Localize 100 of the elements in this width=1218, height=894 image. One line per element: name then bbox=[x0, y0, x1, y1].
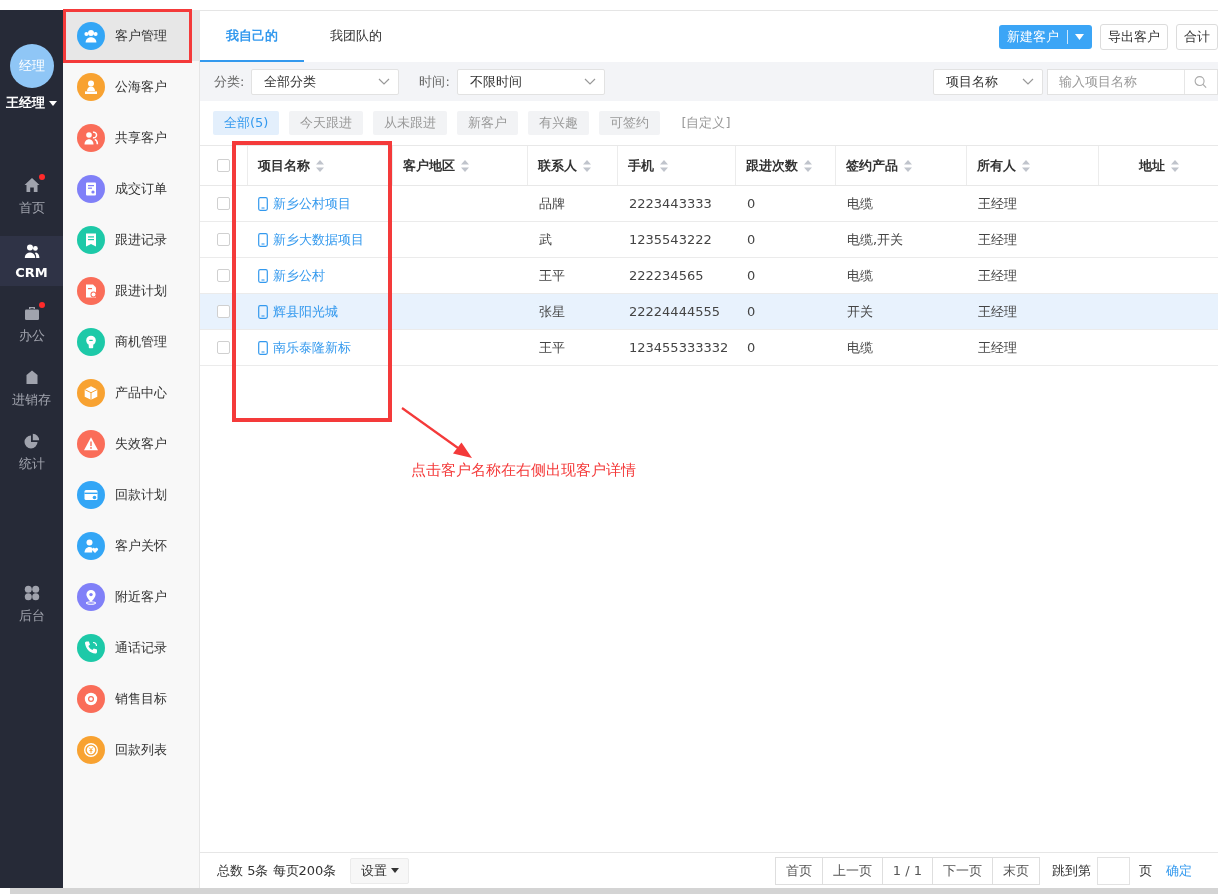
column-header[interactable]: 手机 bbox=[628, 156, 668, 175]
record-summary: 总数 5条 每页200条 bbox=[217, 861, 337, 880]
search-field-select[interactable]: 项目名称 bbox=[933, 68, 1043, 95]
side-menu-item[interactable]: 销售目标 bbox=[63, 673, 199, 724]
table-cell-text: 王平 bbox=[538, 266, 566, 285]
toolbar-button[interactable]: 合计 bbox=[1176, 23, 1218, 50]
table-cell-text: 0 bbox=[746, 303, 757, 321]
table-cell-text: 电缆 bbox=[846, 194, 874, 213]
column-header[interactable]: 联系人 bbox=[538, 156, 591, 175]
annotation-arrow bbox=[401, 407, 473, 459]
mobile-phone-icon bbox=[258, 232, 268, 247]
column-header[interactable]: 项目名称 bbox=[258, 156, 324, 175]
table-cell-text: 王平 bbox=[538, 338, 566, 357]
sort-icon[interactable] bbox=[660, 159, 668, 172]
page-button[interactable]: 上一页 bbox=[821, 856, 883, 885]
avatar: 经理 bbox=[9, 44, 54, 88]
table-cell-text: 0 bbox=[746, 339, 757, 357]
table-cell-text: 品牌 bbox=[538, 194, 566, 213]
checkbox[interactable] bbox=[217, 159, 230, 172]
checkbox[interactable] bbox=[217, 269, 230, 282]
filter-label: 分类: bbox=[214, 72, 245, 91]
table-cell-text: 0 bbox=[746, 267, 757, 285]
table-cell-text: 王经理 bbox=[977, 266, 1018, 285]
house-icon bbox=[23, 177, 40, 193]
table-cell-text: 1235543222 bbox=[628, 231, 713, 249]
filter-select[interactable]: 全部分类 bbox=[251, 68, 400, 95]
table-cell-text: 0 bbox=[746, 231, 757, 249]
checkbox[interactable] bbox=[217, 341, 230, 354]
pie-chart-icon bbox=[23, 433, 40, 449]
sort-icon[interactable] bbox=[1170, 159, 1179, 172]
caret-down-icon[interactable] bbox=[1075, 33, 1084, 40]
column-header[interactable]: 签约产品 bbox=[846, 156, 912, 175]
table-cell-text: 王经理 bbox=[977, 302, 1018, 321]
toolbar-button[interactable]: 导出客户 bbox=[1100, 23, 1168, 50]
mobile-phone-icon bbox=[258, 268, 268, 283]
table-cell-text: 电缆,开关 bbox=[846, 230, 905, 249]
page-unit-label: 页 bbox=[1139, 861, 1152, 880]
horizontal-scrollbar[interactable] bbox=[10, 888, 1218, 894]
chevron-down-icon bbox=[378, 78, 391, 85]
tab[interactable]: 我团队的 bbox=[304, 11, 408, 62]
column-header[interactable]: 地址 bbox=[1138, 156, 1179, 175]
page-button[interactable]: 末页 bbox=[992, 856, 1040, 885]
column-header[interactable]: 客户地区 bbox=[403, 156, 469, 175]
settings-button[interactable]: 设置 bbox=[350, 857, 410, 884]
rail-nav-item[interactable]: 首页 bbox=[0, 172, 63, 222]
checkbox[interactable] bbox=[217, 233, 230, 246]
sort-icon[interactable] bbox=[904, 159, 912, 172]
rail-nav-item[interactable]: CRM bbox=[0, 236, 63, 286]
side-menu-item[interactable]: 失效客户 bbox=[63, 418, 199, 469]
rail-nav-item[interactable]: 后台 bbox=[0, 580, 63, 630]
user-menu-button[interactable]: 王经理 bbox=[6, 94, 57, 112]
side-menu-item[interactable]: 回款计划 bbox=[63, 469, 199, 520]
briefcase-icon bbox=[23, 305, 40, 321]
chevron-down-icon bbox=[583, 78, 596, 85]
table-cell-text: 22224444555 bbox=[628, 303, 721, 321]
page-button[interactable]: 下一页 bbox=[932, 856, 993, 885]
table-cell-text: 0 bbox=[746, 195, 757, 213]
side-menu-item[interactable]: 跟进计划 bbox=[63, 265, 199, 316]
table-cell-text: 电缆 bbox=[846, 266, 874, 285]
side-menu-item[interactable]: 共享客户 bbox=[63, 112, 199, 163]
table-cell-text: 张星 bbox=[538, 302, 566, 321]
checkbox[interactable] bbox=[217, 305, 230, 318]
side-menu-item[interactable]: 客户关怀 bbox=[63, 520, 199, 571]
chevron-down-icon bbox=[1022, 78, 1034, 85]
sort-icon[interactable] bbox=[583, 159, 591, 172]
rail-nav-item[interactable]: 进销存 bbox=[0, 364, 63, 414]
sort-icon[interactable] bbox=[1022, 159, 1030, 172]
caret-down-icon bbox=[49, 100, 57, 106]
side-menu-item[interactable]: 成交订单 bbox=[63, 163, 199, 214]
table-cell-text: 武 bbox=[538, 230, 553, 249]
people-icon bbox=[23, 242, 40, 259]
table-cell-text: 2223443333 bbox=[628, 195, 713, 213]
side-menu-item[interactable]: 跟进记录 bbox=[63, 214, 199, 265]
sort-icon[interactable] bbox=[461, 159, 469, 172]
rail-nav-item[interactable]: 统计 bbox=[0, 428, 63, 478]
table-cell-text: 123455333332 bbox=[628, 339, 730, 357]
side-menu-item[interactable]: 通话记录 bbox=[63, 622, 199, 673]
side-menu-item[interactable]: 商机管理 bbox=[63, 316, 199, 367]
side-menu-item[interactable]: 产品中心 bbox=[63, 367, 199, 418]
table-row[interactable]: 辉县阳光城 张星 22224444555 0 开关 王经理 bbox=[200, 294, 1218, 330]
page-number-field[interactable] bbox=[1097, 856, 1130, 885]
column-header[interactable]: 跟进次数 bbox=[746, 156, 812, 175]
filter-select[interactable]: 不限时间 bbox=[456, 68, 605, 95]
mobile-phone-icon bbox=[258, 196, 268, 211]
checkbox[interactable] bbox=[217, 197, 230, 210]
mobile-phone-icon bbox=[258, 304, 268, 319]
table-cell-text: 电缆 bbox=[846, 338, 874, 357]
jump-label: 跳到第 bbox=[1052, 861, 1091, 880]
column-header[interactable]: 所有人 bbox=[977, 156, 1030, 175]
side-menu-item[interactable]: 回款列表 bbox=[63, 724, 199, 775]
table-cell-text: 222234565 bbox=[628, 267, 705, 285]
side-menu-item[interactable]: 附近客户 bbox=[63, 571, 199, 622]
sort-icon[interactable] bbox=[316, 159, 324, 172]
rail-nav-item[interactable]: 办公 bbox=[0, 300, 63, 350]
sort-icon[interactable] bbox=[804, 159, 812, 172]
page-button[interactable]: 首页 bbox=[774, 856, 823, 885]
annotation-text: 点击客户名称在右侧出现客户详情 bbox=[411, 461, 636, 480]
filter-label: 时间: bbox=[419, 72, 450, 91]
side-menu-item[interactable]: 公海客户 bbox=[63, 61, 199, 112]
caret-down-icon bbox=[391, 868, 400, 873]
